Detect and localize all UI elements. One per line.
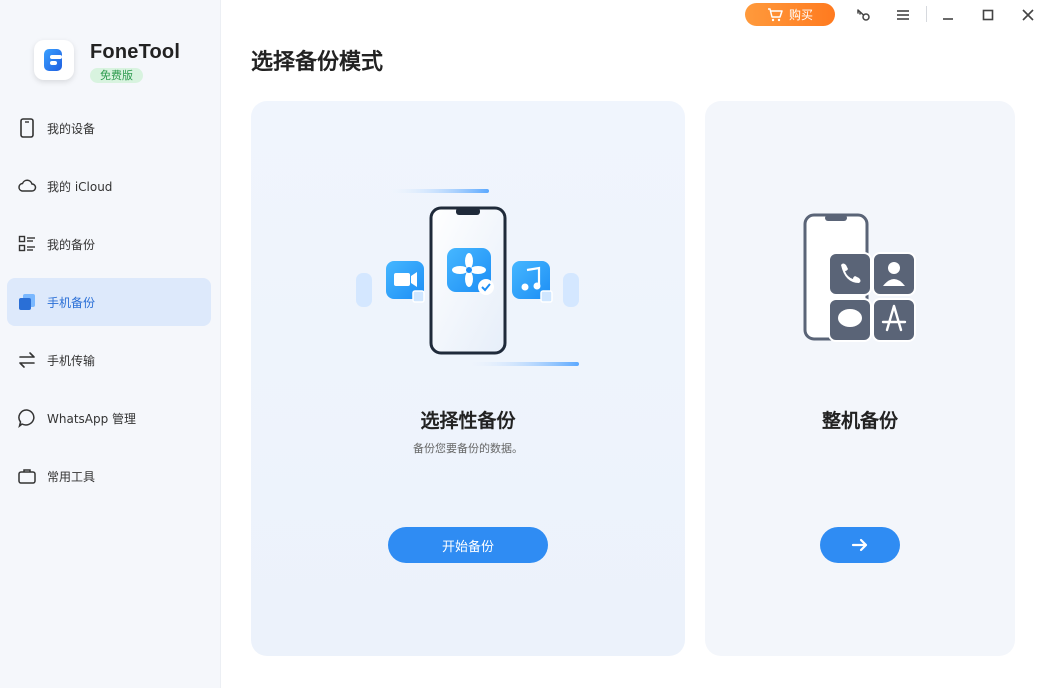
sidebar-item-phone-transfer[interactable]: 手机传输 (7, 336, 211, 384)
arrow-right-icon (851, 538, 868, 552)
phone-icon (17, 118, 37, 138)
sidebar-item-label: WhatsApp 管理 (47, 411, 137, 426)
sidebar-nav: 我的设备 我的 iCloud 我的备份 手机备份 手机传输 WhatsApp 管… (7, 104, 211, 510)
buy-button[interactable]: 购买 (745, 3, 835, 26)
maximize-icon[interactable] (978, 5, 998, 25)
sidebar-item-my-icloud[interactable]: 我的 iCloud (7, 162, 211, 210)
sidebar-item-tools[interactable]: 常用工具 (7, 452, 211, 500)
backup-list-icon (17, 234, 37, 254)
full-backup-illustration (803, 213, 916, 342)
sidebar-item-phone-backup[interactable]: 手机备份 (7, 278, 211, 326)
sidebar: FoneTool 免费版 我的设备 我的 iCloud 我的备份 手机备份 手机… (0, 0, 221, 688)
full-backup-card[interactable]: 整机备份 (705, 101, 1015, 656)
sidebar-item-label: 手机备份 (47, 295, 96, 310)
buy-label: 购买 (788, 8, 813, 22)
full-backup-arrow-button[interactable] (820, 527, 900, 563)
card-description: 备份您要备份的数据。 (413, 442, 523, 455)
fonetool-logo-icon (34, 40, 74, 80)
app-logo: FoneTool 免费版 (34, 40, 180, 83)
sidebar-item-label: 常用工具 (47, 469, 96, 484)
key-icon[interactable] (853, 5, 873, 25)
sidebar-item-whatsapp[interactable]: WhatsApp 管理 (7, 394, 211, 442)
sidebar-item-my-devices[interactable]: 我的设备 (7, 104, 211, 152)
menu-icon[interactable] (893, 5, 913, 25)
titlebar-divider (926, 6, 927, 22)
selective-backup-illustration (356, 189, 579, 366)
sidebar-item-label: 手机传输 (47, 353, 96, 368)
edition-badge: 免费版 (90, 68, 143, 83)
selective-backup-card[interactable]: 选择性备份 备份您要备份的数据。 开始备份 (251, 101, 685, 656)
transfer-icon (17, 350, 37, 370)
sidebar-item-label: 我的 iCloud (47, 179, 113, 194)
toolbox-icon (17, 466, 37, 486)
cart-icon (767, 7, 783, 21)
chat-bubble-icon (17, 408, 37, 428)
sidebar-item-label: 我的设备 (47, 121, 96, 136)
close-icon[interactable] (1018, 5, 1038, 25)
sidebar-item-label: 我的备份 (47, 237, 96, 252)
cloud-icon (17, 176, 37, 196)
phone-backup-icon (17, 292, 37, 312)
card-title: 选择性备份 (420, 410, 516, 432)
page-title: 选择备份模式 (251, 50, 384, 75)
minimize-icon[interactable] (938, 5, 958, 25)
sidebar-item-my-backups[interactable]: 我的备份 (7, 220, 211, 268)
start-backup-button[interactable]: 开始备份 (388, 527, 548, 563)
card-title: 整机备份 (821, 410, 898, 432)
app-name: FoneTool (90, 41, 181, 63)
